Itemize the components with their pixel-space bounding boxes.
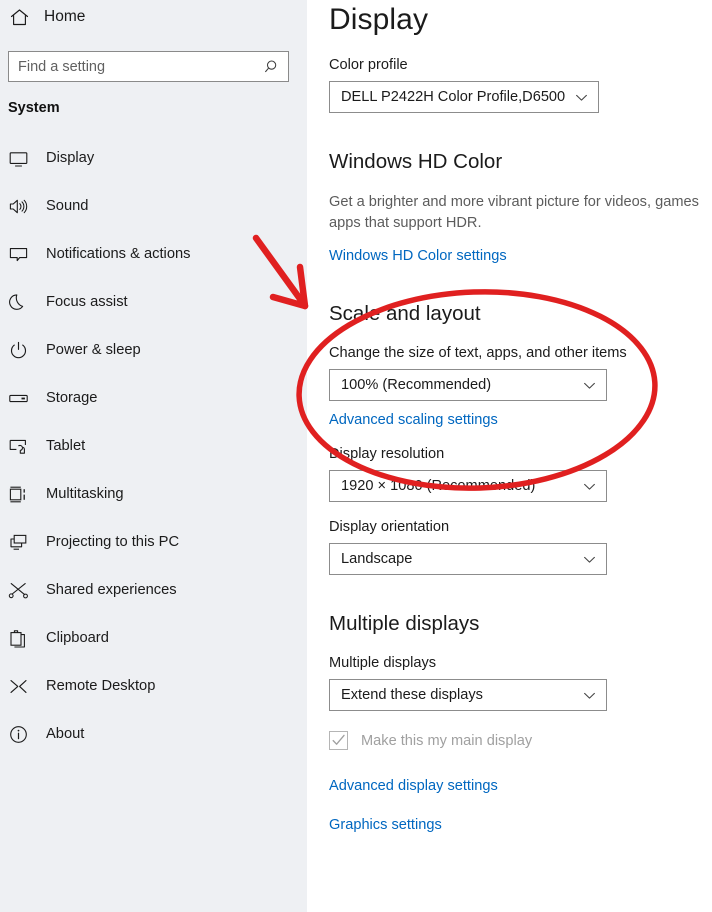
sidebar-item-notifications[interactable]: Notifications & actions <box>0 230 307 278</box>
sidebar-item-label: Tablet <box>46 438 86 454</box>
main-display-checkbox[interactable] <box>329 731 348 750</box>
scale-dropdown[interactable]: 100% (Recommended) <box>329 369 607 401</box>
sidebar-item-projecting[interactable]: Projecting to this PC <box>0 518 307 566</box>
multiple-displays-dropdown[interactable]: Extend these displays <box>329 679 607 711</box>
sidebar-item-tablet[interactable]: Tablet <box>0 422 307 470</box>
remote-desktop-icon <box>8 676 29 697</box>
speaker-icon <box>8 196 29 217</box>
sidebar-item-label: Shared experiences <box>46 582 177 598</box>
sidebar-item-label: Sound <box>46 198 89 214</box>
sidebar-home-label: Home <box>44 8 86 25</box>
sidebar-item-multitasking[interactable]: Multitasking <box>0 470 307 518</box>
settings-window: Home System Display <box>0 0 712 912</box>
multitasking-icon <box>8 484 29 505</box>
chevron-down-icon <box>582 688 597 703</box>
page-title: Display <box>329 3 429 36</box>
share-icon <box>8 580 29 601</box>
orientation-dropdown[interactable]: Landscape <box>329 543 607 575</box>
scale-value: 100% (Recommended) <box>341 377 492 393</box>
scale-label: Change the size of text, apps, and other… <box>329 345 627 361</box>
resolution-value: 1920 × 1080 (Recommended) <box>341 478 536 494</box>
sidebar-item-sound[interactable]: Sound <box>0 182 307 230</box>
sidebar-item-label: Clipboard <box>46 630 109 646</box>
sidebar-item-label: Focus assist <box>46 294 128 310</box>
sidebar-item-home[interactable]: Home <box>0 0 307 34</box>
sidebar-item-about[interactable]: About <box>0 710 307 758</box>
search-icon[interactable] <box>264 58 282 76</box>
monitor-icon <box>8 148 29 169</box>
sidebar-item-storage[interactable]: Storage <box>0 374 307 422</box>
power-icon <box>8 340 29 361</box>
clipboard-icon <box>8 628 29 649</box>
sidebar-item-label: Remote Desktop <box>46 678 156 694</box>
drive-icon <box>8 388 29 409</box>
speech-bubble-icon <box>8 244 29 265</box>
color-profile-label: Color profile <box>329 57 408 73</box>
main-content: Display Color profile DELL P2422H Color … <box>307 0 712 912</box>
sidebar-item-label: Multitasking <box>46 486 124 502</box>
multiple-displays-value: Extend these displays <box>341 687 483 703</box>
sidebar-item-label: Projecting to this PC <box>46 534 180 550</box>
color-profile-value: DELL P2422H Color Profile,D6500 <box>341 89 566 105</box>
chevron-down-icon <box>582 552 597 567</box>
search-box[interactable] <box>8 51 289 82</box>
sidebar-group-title: System <box>8 100 60 116</box>
sidebar-item-shared-experiences[interactable]: Shared experiences <box>0 566 307 614</box>
info-icon <box>8 724 29 745</box>
sidebar-item-power-sleep[interactable]: Power & sleep <box>0 326 307 374</box>
sidebar-item-display[interactable]: Display <box>0 134 307 182</box>
sidebar-item-label: Display <box>46 150 95 166</box>
sidebar-item-focus-assist[interactable]: Focus assist <box>0 278 307 326</box>
sidebar-nav: Display Sound Notifications & actions Fo… <box>0 134 307 758</box>
sidebar-item-label: Notifications & actions <box>46 246 191 262</box>
multiple-displays-heading: Multiple displays <box>329 612 480 635</box>
hd-color-heading: Windows HD Color <box>329 150 503 173</box>
color-profile-dropdown[interactable]: DELL P2422H Color Profile,D6500 <box>329 81 599 113</box>
projecting-icon <box>8 532 29 553</box>
sidebar-item-remote-desktop[interactable]: Remote Desktop <box>0 662 307 710</box>
orientation-value: Landscape <box>341 551 413 567</box>
multiple-displays-label: Multiple displays <box>329 655 437 671</box>
advanced-scaling-settings-link[interactable]: Advanced scaling settings <box>329 412 498 428</box>
resolution-label: Display resolution <box>329 446 445 462</box>
hd-color-description-line1: Get a brighter and more vibrant picture … <box>329 194 699 210</box>
home-icon <box>8 6 30 28</box>
graphics-settings-link[interactable]: Graphics settings <box>329 817 442 833</box>
orientation-label: Display orientation <box>329 519 450 535</box>
tablet-icon <box>8 436 29 457</box>
hd-color-description-line2: apps that support HDR. <box>329 215 482 231</box>
sidebar-item-clipboard[interactable]: Clipboard <box>0 614 307 662</box>
sidebar-item-label: About <box>46 726 85 742</box>
advanced-display-settings-link[interactable]: Advanced display settings <box>329 778 498 794</box>
chevron-down-icon <box>582 378 597 393</box>
sidebar-item-label: Power & sleep <box>46 342 141 358</box>
scale-and-layout-heading: Scale and layout <box>329 302 481 325</box>
hd-color-description: Get a brighter and more vibrant picture … <box>329 192 712 234</box>
chevron-down-icon <box>582 479 597 494</box>
search-input[interactable] <box>18 58 264 75</box>
chevron-down-icon <box>574 90 589 105</box>
main-display-checkbox-label: Make this my main display <box>361 732 533 749</box>
moon-icon <box>8 292 29 313</box>
sidebar-item-label: Storage <box>46 390 98 406</box>
main-display-checkbox-row[interactable]: Make this my main display <box>329 731 712 750</box>
resolution-dropdown[interactable]: 1920 × 1080 (Recommended) <box>329 470 607 502</box>
windows-hd-color-settings-link[interactable]: Windows HD Color settings <box>329 248 507 264</box>
sidebar: Home System Display <box>0 0 307 912</box>
